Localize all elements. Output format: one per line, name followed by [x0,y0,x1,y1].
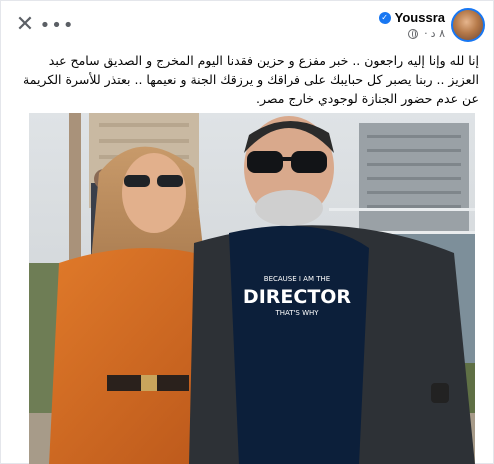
author-block: ✓ Youssra · ٨ د [378,7,485,43]
post-photo[interactable]: BECAUSE I AM THE DIRECTOR THAT'S WHY [29,113,475,464]
author-row: ✓ Youssra [378,10,445,25]
close-icon: ✕ [15,12,35,37]
shirt-text-bottom: THAT'S WHY [274,309,319,317]
close-button[interactable]: ✕ [13,13,37,37]
more-options-icon: ••• [39,14,75,36]
shirt-text-top: BECAUSE I AM THE [264,275,330,283]
author-meta: ✓ Youssra · ٨ د [378,10,445,40]
photo-illustration: BECAUSE I AM THE DIRECTOR THAT'S WHY [29,113,475,464]
shirt-text-main: DIRECTOR [243,286,352,308]
post-header: ✕ ••• ✓ Youssra · ٨ د [1,1,494,47]
meta-separator: · [424,27,428,40]
verified-badge-icon: ✓ [378,11,391,24]
globe-icon [408,28,419,39]
author-name[interactable]: Youssra [395,10,445,25]
avatar[interactable] [451,8,485,42]
more-options-button[interactable]: ••• [40,13,74,37]
post-meta: · ٨ د [408,27,445,40]
post-timestamp[interactable]: ٨ د [431,27,445,40]
post-text: إنا لله وإنا إليه راجعون .. خبر مفزع و ح… [23,53,479,106]
facebook-post: ✕ ••• ✓ Youssra · ٨ د إنا لله وإنا إليه … [0,0,494,464]
